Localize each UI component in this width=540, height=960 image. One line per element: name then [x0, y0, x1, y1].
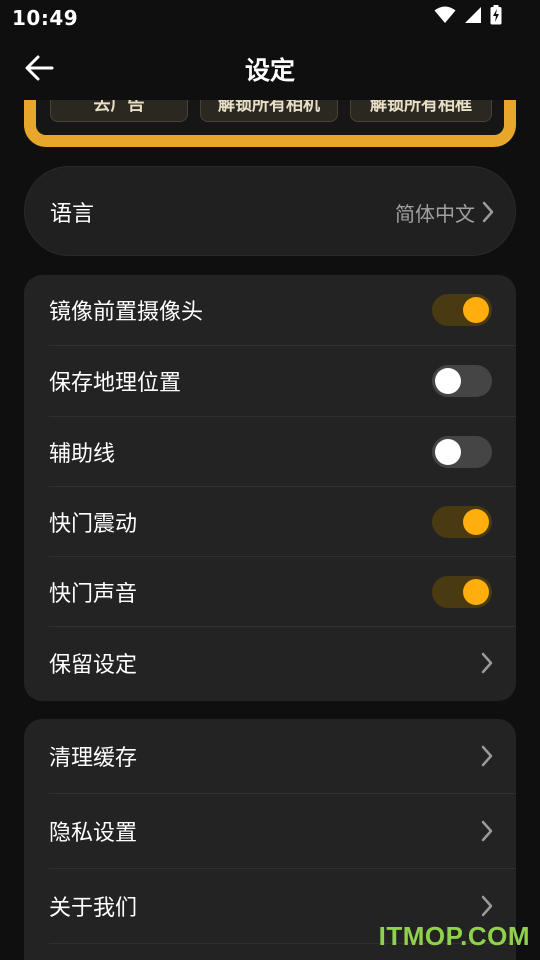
toggle-knob	[435, 368, 461, 394]
promo-banner-inner: 去广告 解锁所有相机 解锁所有相框	[36, 100, 504, 135]
setting-label: 快门声音	[49, 582, 138, 607]
toggle-knob	[463, 579, 489, 605]
remove-ads-button[interactable]: 去广告	[50, 100, 188, 122]
unlock-frames-button[interactable]: 解锁所有相框	[350, 100, 492, 122]
wifi-icon	[434, 6, 456, 28]
setting-shutter-vibration[interactable]: 快门震动	[24, 487, 516, 557]
settings-group: 镜像前置摄像头 保存地理位置 辅助线 快门震动 快门声音 保留设定	[24, 275, 516, 701]
status-icons	[434, 5, 502, 29]
status-time: 10:49	[12, 6, 79, 30]
setting-label: 保存地理位置	[49, 371, 182, 396]
mirror-front-camera-toggle[interactable]	[432, 294, 492, 326]
row-label: 隐私设置	[49, 821, 138, 846]
status-bar: 10:49	[0, 0, 540, 36]
shutter-sound-toggle[interactable]	[432, 576, 492, 608]
setting-save-location[interactable]: 保存地理位置	[24, 346, 516, 416]
setting-label: 保留设定	[49, 653, 138, 678]
setting-grid-lines[interactable]: 辅助线	[24, 417, 516, 487]
privacy-settings-row[interactable]: 隐私设置	[24, 794, 516, 868]
setting-label: 辅助线	[49, 442, 116, 467]
shutter-vibration-toggle[interactable]	[432, 506, 492, 538]
language-value: 简体中文	[395, 201, 475, 226]
setting-label: 镜像前置摄像头	[49, 300, 204, 325]
chevron-right-icon	[480, 820, 494, 842]
promo-banner: 去广告 解锁所有相机 解锁所有相框	[24, 100, 516, 147]
cellular-signal-icon	[464, 6, 482, 28]
toggle-knob	[435, 439, 461, 465]
chevron-right-icon	[480, 895, 494, 917]
setting-shutter-sound[interactable]: 快门声音	[24, 557, 516, 627]
page-title: 设定	[244, 56, 295, 85]
save-location-toggle[interactable]	[432, 365, 492, 397]
language-row[interactable]: 语言 简体中文	[24, 166, 516, 256]
setting-mirror-front-camera[interactable]: 镜像前置摄像头	[24, 275, 516, 345]
setting-keep-settings[interactable]: 保留设定	[24, 627, 516, 699]
row-label: 清理缓存	[49, 746, 138, 771]
setting-label: 快门震动	[49, 512, 138, 537]
unlock-cameras-button[interactable]: 解锁所有相机	[200, 100, 338, 122]
language-label: 语言	[50, 202, 95, 227]
battery-charging-icon	[490, 5, 502, 29]
toggle-knob	[463, 297, 489, 323]
chevron-right-icon	[480, 652, 494, 674]
watermark: ITMOP.COM	[378, 921, 530, 951]
chevron-right-icon	[480, 745, 494, 767]
app-header: 设定	[0, 36, 540, 100]
toggle-knob	[463, 509, 489, 535]
promo-banner-viewport: 去广告 解锁所有相机 解锁所有相框	[0, 100, 540, 150]
row-label: 关于我们	[49, 896, 138, 921]
clear-cache-row[interactable]: 清理缓存	[24, 719, 516, 793]
chevron-right-icon	[481, 201, 495, 223]
grid-lines-toggle[interactable]	[432, 436, 492, 468]
